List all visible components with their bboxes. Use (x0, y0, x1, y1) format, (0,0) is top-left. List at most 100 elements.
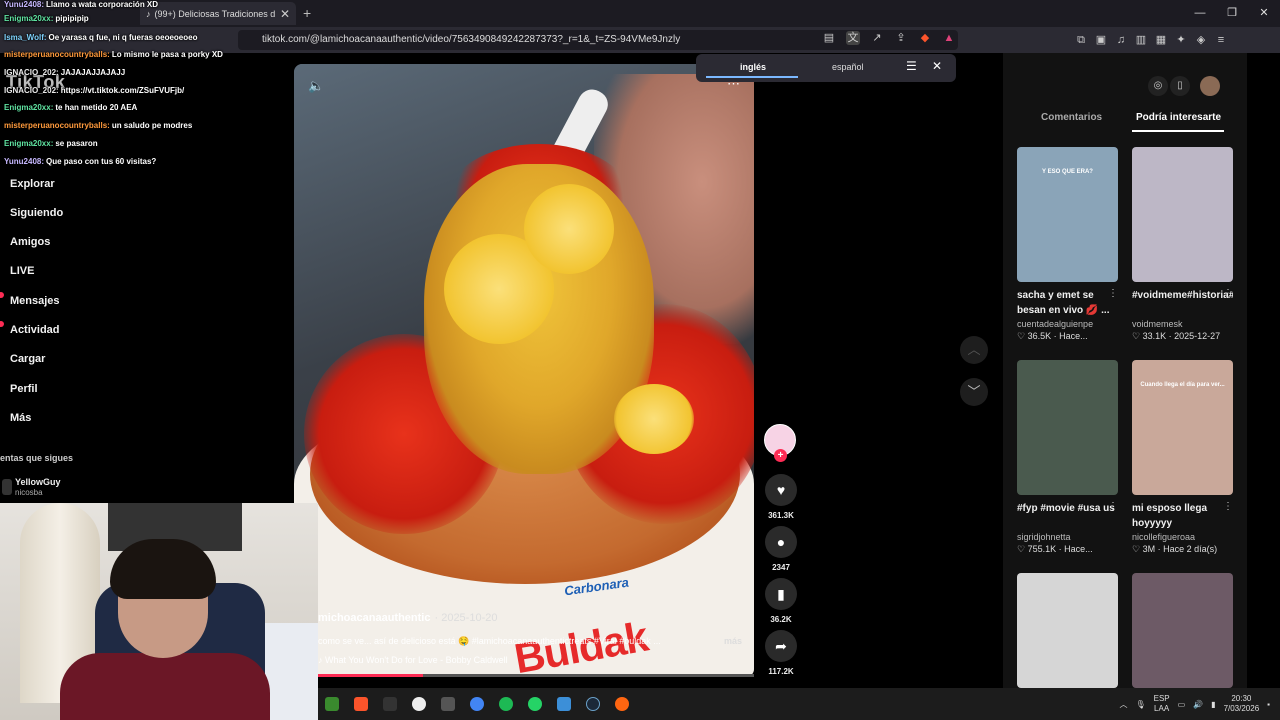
nav-live[interactable]: LIVE (10, 265, 34, 277)
chat-username[interactable]: Yunu2408: (4, 0, 44, 9)
card-thumbnail[interactable] (1017, 573, 1118, 688)
card-title[interactable]: mi esposo llega hoyyyyy (1132, 501, 1233, 531)
card-thumbnail[interactable]: Cuando llega el día para ver... (1132, 360, 1233, 495)
card-more-icon[interactable]: ⋮ (1223, 501, 1233, 512)
notifications-icon[interactable]: ▪ (1267, 700, 1270, 709)
epic-games-icon[interactable] (376, 688, 405, 720)
recommendation-card[interactable]: #voidmeme#historia#paratiivoidmemesk ♡ 33… (1132, 147, 1233, 342)
tab-comentarios[interactable]: Comentarios (1041, 112, 1102, 123)
language-indicator[interactable]: ESP LAA (1154, 694, 1170, 714)
share-icon[interactable]: ⇪ (894, 31, 908, 45)
description-more-link[interactable]: más (724, 636, 742, 646)
close-icon[interactable]: ✕ (932, 59, 942, 73)
chat-username[interactable]: Isma_Wolf: (4, 33, 47, 42)
capcut-icon[interactable] (405, 688, 434, 720)
chat-username[interactable]: IGNACIO_202: (4, 86, 59, 95)
card-thumbnail[interactable] (1132, 147, 1233, 282)
notepad-icon[interactable] (550, 688, 579, 720)
battery-icon[interactable]: ▮ (1211, 700, 1215, 709)
music-icon[interactable]: ♫ (1114, 33, 1128, 47)
sidebar-icon[interactable]: ▥ (1134, 33, 1148, 47)
chrome-icon[interactable] (463, 688, 492, 720)
like-button[interactable]: ♥ (765, 474, 797, 506)
tab-podria-interesarte[interactable]: Podría interesarte (1136, 112, 1221, 123)
nav-siguiendo[interactable]: Siguiendo (10, 207, 63, 219)
rewards-icon[interactable]: ▲ (942, 31, 956, 45)
card-author[interactable]: cuentadealguienpe (1017, 319, 1118, 329)
card-title[interactable]: #voidmeme#historia#paratii (1132, 288, 1233, 318)
comment-button[interactable]: ● (765, 526, 797, 558)
following-user[interactable]: YellowGuy (15, 477, 61, 487)
reader-icon[interactable]: ▤ (822, 31, 836, 45)
microphone-icon[interactable]: 🎙 (1135, 700, 1145, 709)
extensions-icon[interactable]: ⧉ (1074, 33, 1088, 47)
tabs-icon[interactable]: ▦ (1154, 33, 1168, 47)
brave-icon[interactable] (347, 688, 376, 720)
video-music[interactable]: ♪ What You Won't Do for Love - Bobby Cal… (318, 655, 508, 665)
calculator-icon[interactable] (434, 688, 463, 720)
translate-icon[interactable]: 文 (846, 31, 860, 45)
card-more-icon[interactable]: ⋮ (1223, 288, 1233, 299)
firefox-icon[interactable] (608, 688, 637, 720)
leo-icon[interactable]: ✦ (1174, 33, 1188, 47)
share-button[interactable]: ➦ (765, 630, 797, 662)
avatar[interactable] (1200, 76, 1220, 96)
chat-username[interactable]: Enigma20xx: (4, 139, 53, 148)
card-more-icon[interactable]: ⋮ (1108, 501, 1118, 512)
coin-icon[interactable]: ◎ (1148, 76, 1168, 96)
translate-to-tab[interactable]: español (832, 62, 864, 72)
minimize-button[interactable]: — (1184, 0, 1216, 27)
card-more-icon[interactable]: ⋮ (1108, 288, 1118, 299)
close-tab-icon[interactable]: ✕ (280, 7, 290, 21)
video-progress-bar[interactable] (294, 674, 754, 677)
device-icon[interactable]: ▯ (1170, 76, 1190, 96)
clock[interactable]: 20:30 7/03/2026 (1224, 694, 1260, 714)
chat-username[interactable]: Enigma20xx: (4, 14, 53, 23)
nav-perfil[interactable]: Perfil (10, 383, 38, 395)
nav-explorar[interactable]: Explorar (10, 178, 55, 190)
author-name[interactable]: michoacanaauthentic (318, 612, 430, 624)
previous-video-icon[interactable]: ︿ (960, 336, 988, 364)
nav-mas[interactable]: Más (10, 412, 31, 424)
save-button[interactable]: ▮ (765, 578, 797, 610)
new-tab-icon[interactable]: + (303, 5, 311, 21)
vpn-icon[interactable]: ◈ (1194, 33, 1208, 47)
follow-plus-icon[interactable]: + (774, 449, 787, 462)
nav-cargar[interactable]: Cargar (10, 353, 45, 365)
maximize-button[interactable]: ❐ (1216, 0, 1248, 27)
shield-icon[interactable]: ◆ (918, 31, 932, 45)
translate-menu-icon[interactable]: ☰ (906, 59, 917, 73)
next-video-icon[interactable]: ﹀ (960, 378, 988, 406)
browser-tab[interactable]: ♪ (99+) Deliciosas Tradiciones d ✕ (140, 2, 296, 25)
card-thumbnail[interactable] (1132, 573, 1233, 688)
close-window-button[interactable]: ✕ (1248, 0, 1280, 27)
network-icon[interactable]: ▭ (1178, 700, 1186, 709)
nav-actividad[interactable]: Actividad (10, 324, 60, 336)
recommendation-card[interactable]: Y ESO QUE ERA? sacha y emet se besan en v… (1017, 147, 1118, 342)
whatsapp-icon[interactable] (521, 688, 550, 720)
steam-icon[interactable] (579, 688, 608, 720)
recommendation-card[interactable]: #fyp #movie #usa us sigridjohnetta ♡ 755.1… (1017, 360, 1118, 555)
recommendation-card[interactable] (1017, 573, 1118, 688)
card-author[interactable]: voidmemesk (1132, 319, 1233, 329)
chat-username[interactable]: Yunu2408: (4, 157, 44, 166)
minecraft-icon[interactable] (318, 688, 347, 720)
open-external-icon[interactable]: ↗ (870, 31, 884, 45)
volume-icon[interactable]: 🔈 (308, 78, 324, 94)
video-player[interactable]: Carbonara Buldak 🔈 ⋯ (294, 64, 754, 677)
speaker-icon[interactable]: 🔊 (1193, 700, 1203, 709)
card-title[interactable]: #fyp #movie #usa us (1017, 501, 1118, 531)
recommendation-card[interactable]: Cuando llega el día para ver... mi esposo… (1132, 360, 1233, 555)
card-title[interactable]: sacha y emet se besan en vivo 💋 ... (1017, 288, 1118, 318)
card-thumbnail[interactable] (1017, 360, 1118, 495)
card-thumbnail[interactable]: Y ESO QUE ERA? (1017, 147, 1118, 282)
recommendation-card[interactable] (1132, 573, 1233, 688)
avatar[interactable] (2, 479, 12, 495)
chat-username[interactable]: Enigma20xx: (4, 103, 53, 112)
nav-mensajes[interactable]: Mensajes (10, 295, 60, 307)
chat-username[interactable]: misterperuanocountryballs: (4, 121, 110, 130)
wallet-icon[interactable]: ▣ (1094, 33, 1108, 47)
card-author[interactable]: sigridjohnetta (1017, 532, 1118, 542)
card-author[interactable]: nicollefigueroaa (1132, 532, 1233, 542)
menu-icon[interactable]: ≡ (1214, 33, 1228, 47)
